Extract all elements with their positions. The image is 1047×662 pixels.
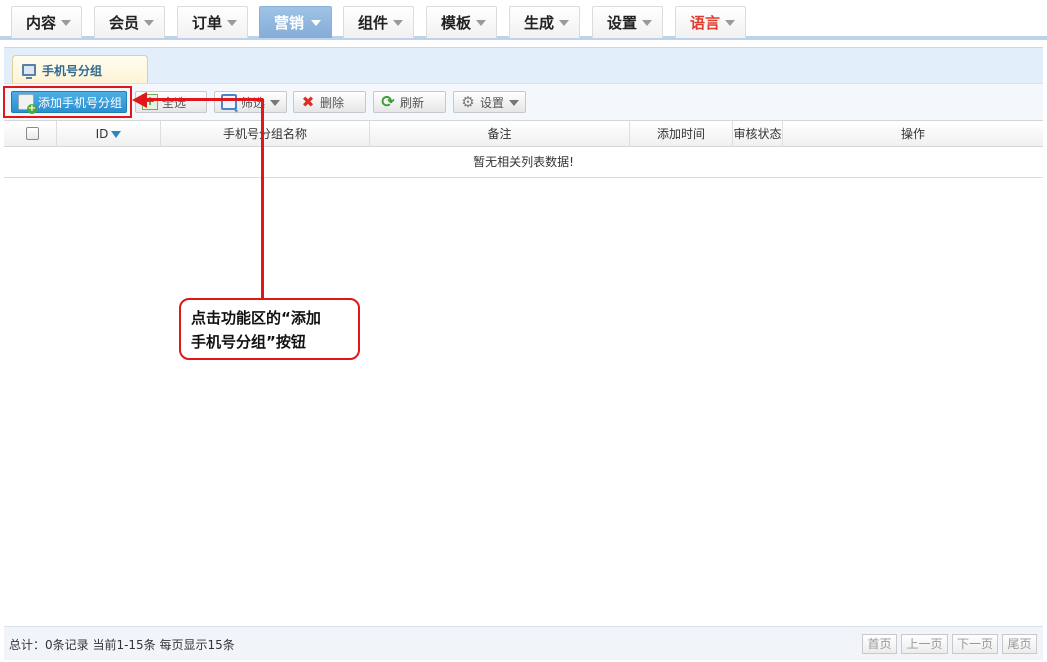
chevron-down-icon [509,100,519,106]
chevron-down-icon [311,20,321,26]
nav-item-component[interactable]: 组件 [343,6,414,38]
table-header: ID 手机号分组名称 备注 添加时间 审核状态 操作 [4,120,1043,147]
column-label: 审核状态 [733,127,782,141]
filter-icon [221,94,237,110]
add-icon [18,94,37,114]
nav-item-label: 会员 [109,14,140,32]
column-actions: 操作 [783,121,1043,147]
next-page-button[interactable]: 下一页 [952,634,998,654]
chevron-down-icon [270,100,280,106]
nav-item-label: 组件 [358,14,389,32]
nav-item-label: 内容 [26,14,57,32]
delete-icon: ✖ [301,93,315,111]
select-all-label: 全选 [162,95,187,110]
callout-line-2: 手机号分组”按钮 [191,333,306,351]
chevron-down-icon [393,20,403,26]
nav-item-label: 订单 [192,14,223,32]
column-label: 添加时间 [656,127,705,141]
pagination-footer: 总计：0条记录 当前1-15条 每页显示15条 首页 上一页 下一页 尾页 [4,626,1043,660]
chevron-down-icon [725,20,735,26]
column-group-name: 手机号分组名称 [161,121,370,147]
filter-button[interactable]: 筛选 [214,91,287,113]
tab-mobile-group[interactable]: 手机号分组 [12,55,148,84]
page-tab-label: 手机号分组 [42,63,103,78]
column-id[interactable]: ID [57,121,161,147]
nav-item-settings[interactable]: 设置 [592,6,663,38]
record-summary: 总计：0条记录 当前1-15条 每页显示15条 [9,638,235,652]
annotation-arrow-line [145,98,263,101]
refresh-button[interactable]: ⟳ 刷新 [373,91,446,113]
page-tab-bar: 手机号分组 [4,47,1043,84]
annotation-arrow-head-icon [132,92,147,108]
annotation-arrow-line [261,99,264,299]
gear-icon: ⚙ [461,93,475,111]
delete-button[interactable]: ✖ 删除 [293,91,366,113]
sort-desc-icon [111,131,122,138]
top-navigation: 内容 会员 订单 营销 组件 模板 生成 设置 语言 [0,0,1047,40]
chevron-down-icon [227,20,237,26]
first-page-button[interactable]: 首页 [862,634,897,654]
nav-item-template[interactable]: 模板 [426,6,497,38]
empty-table-message: 暂无相关列表数据! [4,147,1043,178]
nav-item-label: 模板 [441,14,472,32]
settings-button[interactable]: ⚙ 设置 [453,91,526,113]
nav-item-label: 设置 [607,14,638,32]
chevron-down-icon [476,20,486,26]
nav-item-generate[interactable]: 生成 [509,6,580,38]
column-id-label: ID [95,127,109,141]
chevron-down-icon [144,20,154,26]
prev-page-button[interactable]: 上一页 [901,634,948,654]
nav-item-label: 营销 [274,14,305,32]
add-button-label: 添加手机号分组 [38,95,123,110]
nav-item-member[interactable]: 会员 [94,6,165,38]
column-added-time: 添加时间 [630,121,733,147]
nav-item-order[interactable]: 订单 [177,6,248,38]
select-all-column [4,121,57,147]
monitor-icon [22,64,36,79]
column-label: 操作 [900,127,925,141]
nav-item-marketing[interactable]: 营销 [259,6,332,38]
chevron-down-icon [642,20,652,26]
nav-item-content[interactable]: 内容 [11,6,82,38]
callout-line-1: 点击功能区的“添加 [191,309,321,327]
column-review-status: 审核状态 [733,121,783,147]
toolbar: 添加手机号分组 全选 筛选 ✖ 删除 ⟳ 刷新 ⚙ 设置 [4,83,1043,120]
settings-label: 设置 [480,95,505,110]
nav-item-label: 语言 [690,14,721,32]
column-remark: 备注 [370,121,630,147]
add-mobile-group-button[interactable]: 添加手机号分组 [11,91,127,114]
chevron-down-icon [61,20,71,26]
select-all-checkbox[interactable] [26,127,39,140]
last-page-button[interactable]: 尾页 [1002,634,1037,654]
delete-label: 删除 [320,95,345,110]
annotation-callout: 点击功能区的“添加 手机号分组”按钮 [179,298,360,360]
chevron-down-icon [559,20,569,26]
nav-item-language[interactable]: 语言 [675,6,746,38]
column-label: 备注 [487,127,512,141]
refresh-icon: ⟳ [381,92,395,111]
column-label: 手机号分组名称 [222,127,307,141]
refresh-label: 刷新 [400,95,425,110]
nav-item-label: 生成 [524,14,555,32]
